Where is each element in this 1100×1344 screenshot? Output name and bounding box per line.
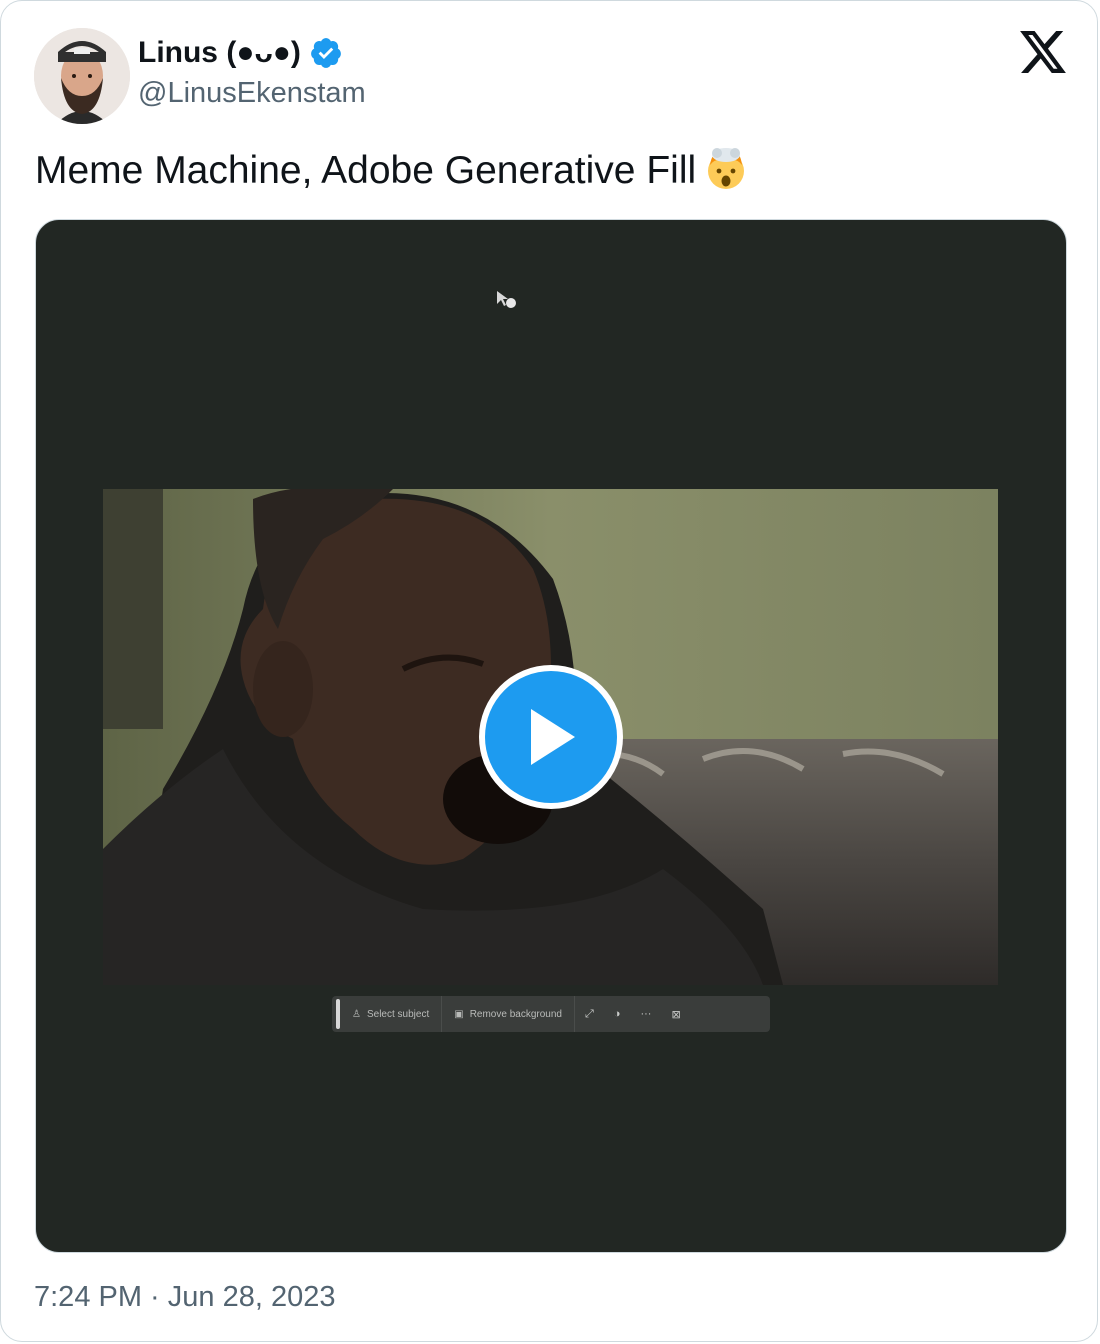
- play-button[interactable]: [479, 665, 623, 809]
- video-player[interactable]: ♙ Select subject ▣ Remove background ⤢ ◑…: [35, 219, 1067, 1253]
- tweet-text-content: Meme Machine, Adobe Generative Fill: [35, 149, 697, 192]
- author-handle[interactable]: @LinusEkenstam: [138, 77, 366, 110]
- mask-icon[interactable]: ◑: [604, 1008, 631, 1020]
- select-subject-button[interactable]: ♙ Select subject: [340, 996, 443, 1032]
- exploding-head-emoji-icon: [708, 148, 745, 189]
- transform-icon[interactable]: ⤢: [575, 1008, 604, 1021]
- tweet-text: Meme Machine, Adobe Generative Fill: [35, 143, 750, 199]
- person-icon: ♙: [352, 1008, 361, 1020]
- close-panel-icon[interactable]: ⊠: [661, 1008, 690, 1021]
- play-button-fill: [485, 671, 617, 803]
- image-icon: ▣: [454, 1008, 464, 1020]
- avatar[interactable]: [34, 28, 130, 124]
- timestamp-date: Jun 28, 2023: [167, 1281, 336, 1313]
- tweet-card: Linus (●ᴗ●) @LinusEkenstam Meme Machine,…: [0, 0, 1098, 1342]
- select-subject-label: Select subject: [366, 1008, 430, 1020]
- verified-badge-icon: [311, 38, 341, 68]
- contextual-taskbar: ♙ Select subject ▣ Remove background ⤢ ◑…: [332, 996, 770, 1032]
- tweet-timestamp[interactable]: 7:24 PM · Jun 28, 2023: [34, 1281, 335, 1314]
- author-name[interactable]: Linus (●ᴗ●): [138, 36, 301, 70]
- more-options-icon[interactable]: ···: [630, 1008, 661, 1020]
- remove-background-button[interactable]: ▣ Remove background: [442, 996, 575, 1032]
- timestamp-separator: ·: [142, 1281, 168, 1313]
- timestamp-time: 7:24 PM: [34, 1281, 142, 1313]
- x-logo-icon[interactable]: [1020, 31, 1066, 73]
- cursor-icon: [497, 291, 516, 308]
- remove-background-label: Remove background: [469, 1008, 562, 1020]
- play-icon: [531, 709, 575, 765]
- author-block: Linus (●ᴗ●) @LinusEkenstam: [138, 31, 366, 110]
